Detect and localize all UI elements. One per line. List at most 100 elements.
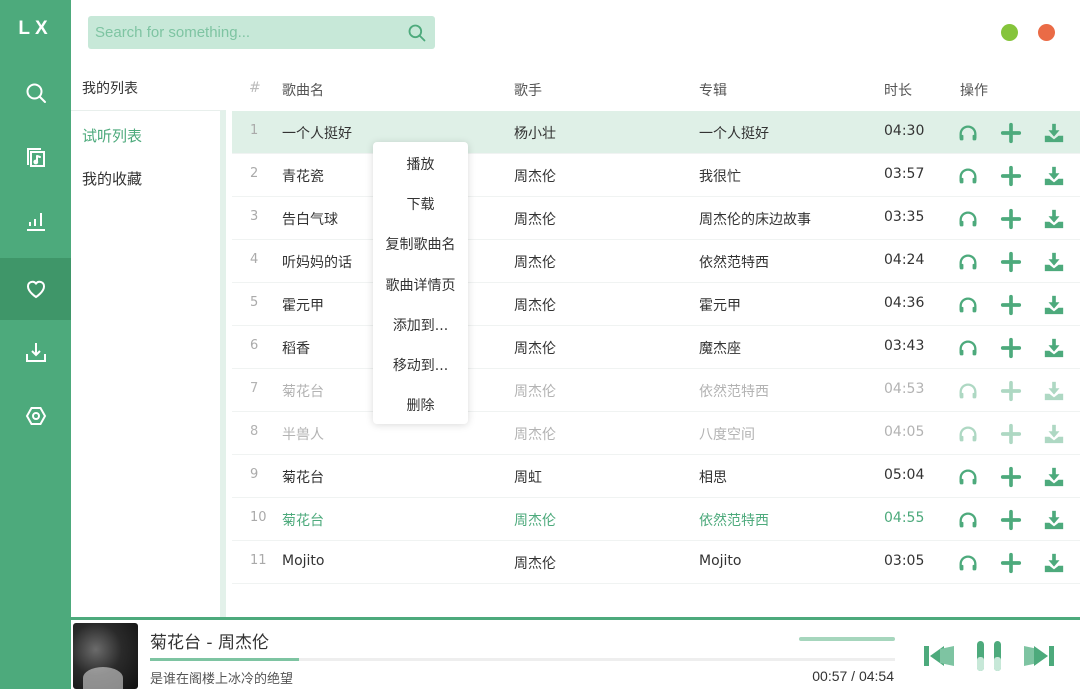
- header-actions: 操作: [960, 83, 988, 99]
- song-name: 告白气球: [282, 212, 338, 228]
- add-to-list-button[interactable]: [1000, 509, 1043, 531]
- table-row[interactable]: 9 菊花台 周虹 相思 05:04: [232, 455, 1080, 498]
- listen-button[interactable]: [957, 552, 1000, 574]
- listen-button[interactable]: [957, 294, 1000, 316]
- plus-icon: [1000, 380, 1022, 402]
- download-button[interactable]: [1043, 251, 1080, 273]
- listen-button[interactable]: [957, 122, 1000, 144]
- download-button[interactable]: [1043, 552, 1080, 574]
- add-to-list-button[interactable]: [1000, 423, 1043, 445]
- table-row[interactable]: 6 稻香 周杰伦 魔杰座 03:43: [232, 326, 1080, 369]
- nav-search[interactable]: [0, 62, 71, 124]
- previous-icon: [924, 646, 954, 666]
- nav-song-list[interactable]: [0, 126, 71, 188]
- headphones-icon: [959, 211, 977, 227]
- download-button[interactable]: [1043, 380, 1080, 402]
- context-menu-download[interactable]: 下载: [373, 184, 468, 224]
- download-button[interactable]: [1043, 294, 1080, 316]
- context-menu-copy-song-name[interactable]: 复制歌曲名: [373, 224, 468, 264]
- download-button[interactable]: [1043, 165, 1080, 187]
- add-to-list-button[interactable]: [1000, 122, 1043, 144]
- table-row[interactable]: 1 一个人挺好 杨小壮 一个人挺好 04:30: [232, 111, 1080, 154]
- listen-button[interactable]: [957, 165, 1000, 187]
- close-button[interactable]: [1038, 24, 1055, 41]
- download-button[interactable]: [1043, 122, 1080, 144]
- previous-button[interactable]: [922, 640, 956, 676]
- context-menu-move-to[interactable]: 移动到...: [373, 345, 468, 385]
- download-button[interactable]: [1043, 466, 1080, 488]
- song-duration: 04:55: [884, 510, 925, 526]
- search-button[interactable]: [407, 23, 427, 47]
- header-duration: 时长: [884, 83, 912, 99]
- headphones-icon: [959, 340, 977, 356]
- download-icon: [1044, 553, 1064, 573]
- search-icon: [26, 83, 46, 103]
- table-row[interactable]: 10 菊花台 周杰伦 依然范特西 04:55: [232, 498, 1080, 541]
- table-row[interactable]: 11 Mojito 周杰伦 Mojito 03:05: [232, 541, 1080, 584]
- download-button[interactable]: [1043, 423, 1080, 445]
- row-actions: [957, 509, 1080, 531]
- table-row[interactable]: 4 听妈妈的话 周杰伦 依然范特西 04:24: [232, 240, 1080, 283]
- my-lists-panel: 试听列表 我的收藏: [71, 110, 226, 618]
- download-button[interactable]: [1043, 337, 1080, 359]
- context-menu-delete[interactable]: 删除: [373, 385, 468, 425]
- listen-button[interactable]: [957, 423, 1000, 445]
- song-name: 青花瓷: [282, 169, 324, 185]
- next-button[interactable]: [1022, 640, 1056, 676]
- album-cover[interactable]: [73, 623, 138, 689]
- headphones-icon: [959, 426, 977, 442]
- context-menu-add-to[interactable]: 添加到...: [373, 305, 468, 345]
- nav-download[interactable]: [0, 321, 71, 383]
- table-row[interactable]: 5 霍元甲 周杰伦 霍元甲 04:36: [232, 283, 1080, 326]
- song-album: 我很忙: [699, 169, 741, 185]
- pause-button[interactable]: [974, 640, 1008, 676]
- listen-button[interactable]: [957, 337, 1000, 359]
- song-duration: 03:35: [884, 209, 925, 225]
- plus-icon: [1000, 294, 1022, 316]
- listen-button[interactable]: [957, 251, 1000, 273]
- song-name: Mojito: [282, 553, 325, 569]
- plus-icon: [1000, 466, 1022, 488]
- song-artist: 周杰伦: [514, 255, 556, 271]
- list-item-trial[interactable]: 试听列表: [82, 125, 142, 146]
- add-to-list-button[interactable]: [1000, 380, 1043, 402]
- download-button[interactable]: [1043, 509, 1080, 531]
- nav-leaderboard[interactable]: [0, 190, 71, 252]
- list-item-favorites[interactable]: 我的收藏: [82, 168, 142, 189]
- header-album: 专辑: [699, 83, 727, 99]
- add-to-list-button[interactable]: [1000, 165, 1043, 187]
- add-to-list-button[interactable]: [1000, 466, 1043, 488]
- listen-button[interactable]: [957, 509, 1000, 531]
- table-row[interactable]: 3 告白气球 周杰伦 周杰伦的床边故事 03:35: [232, 197, 1080, 240]
- add-to-list-button[interactable]: [1000, 251, 1043, 273]
- listen-button[interactable]: [957, 380, 1000, 402]
- context-menu-song-details[interactable]: 歌曲详情页: [373, 265, 468, 305]
- table-row[interactable]: 7 菊花台 周杰伦 依然范特西 04:53: [232, 369, 1080, 412]
- listen-button[interactable]: [957, 466, 1000, 488]
- song-artist: 周虹: [514, 470, 542, 486]
- context-menu-play[interactable]: 播放: [373, 144, 468, 184]
- download-button[interactable]: [1043, 208, 1080, 230]
- context-menu: 播放 下载 复制歌曲名 歌曲详情页 添加到... 移动到... 删除: [373, 142, 468, 424]
- nav-my-list[interactable]: [0, 258, 71, 320]
- listen-button[interactable]: [957, 208, 1000, 230]
- table-row[interactable]: 8 半兽人 周杰伦 八度空间 04:05: [232, 412, 1080, 455]
- add-to-list-button[interactable]: [1000, 294, 1043, 316]
- table-row[interactable]: 2 青花瓷 周杰伦 我很忙 03:57: [232, 154, 1080, 197]
- download-icon: [1044, 381, 1064, 401]
- add-to-list-button[interactable]: [1000, 337, 1043, 359]
- song-name: 听妈妈的话: [282, 255, 352, 271]
- plus-icon: [1000, 122, 1022, 144]
- search-input[interactable]: [88, 16, 388, 49]
- song-artist: 周杰伦: [514, 298, 556, 314]
- add-to-list-button[interactable]: [1000, 208, 1043, 230]
- add-to-list-button[interactable]: [1000, 552, 1043, 574]
- volume-bar[interactable]: [799, 637, 895, 641]
- song-album: 魔杰座: [699, 341, 741, 357]
- song-duration: 03:57: [884, 166, 925, 182]
- plus-icon: [1000, 552, 1022, 574]
- minimize-button[interactable]: [1001, 24, 1018, 41]
- nav-settings[interactable]: [0, 385, 71, 447]
- progress-bar[interactable]: [150, 658, 895, 661]
- headphones-icon: [959, 383, 977, 399]
